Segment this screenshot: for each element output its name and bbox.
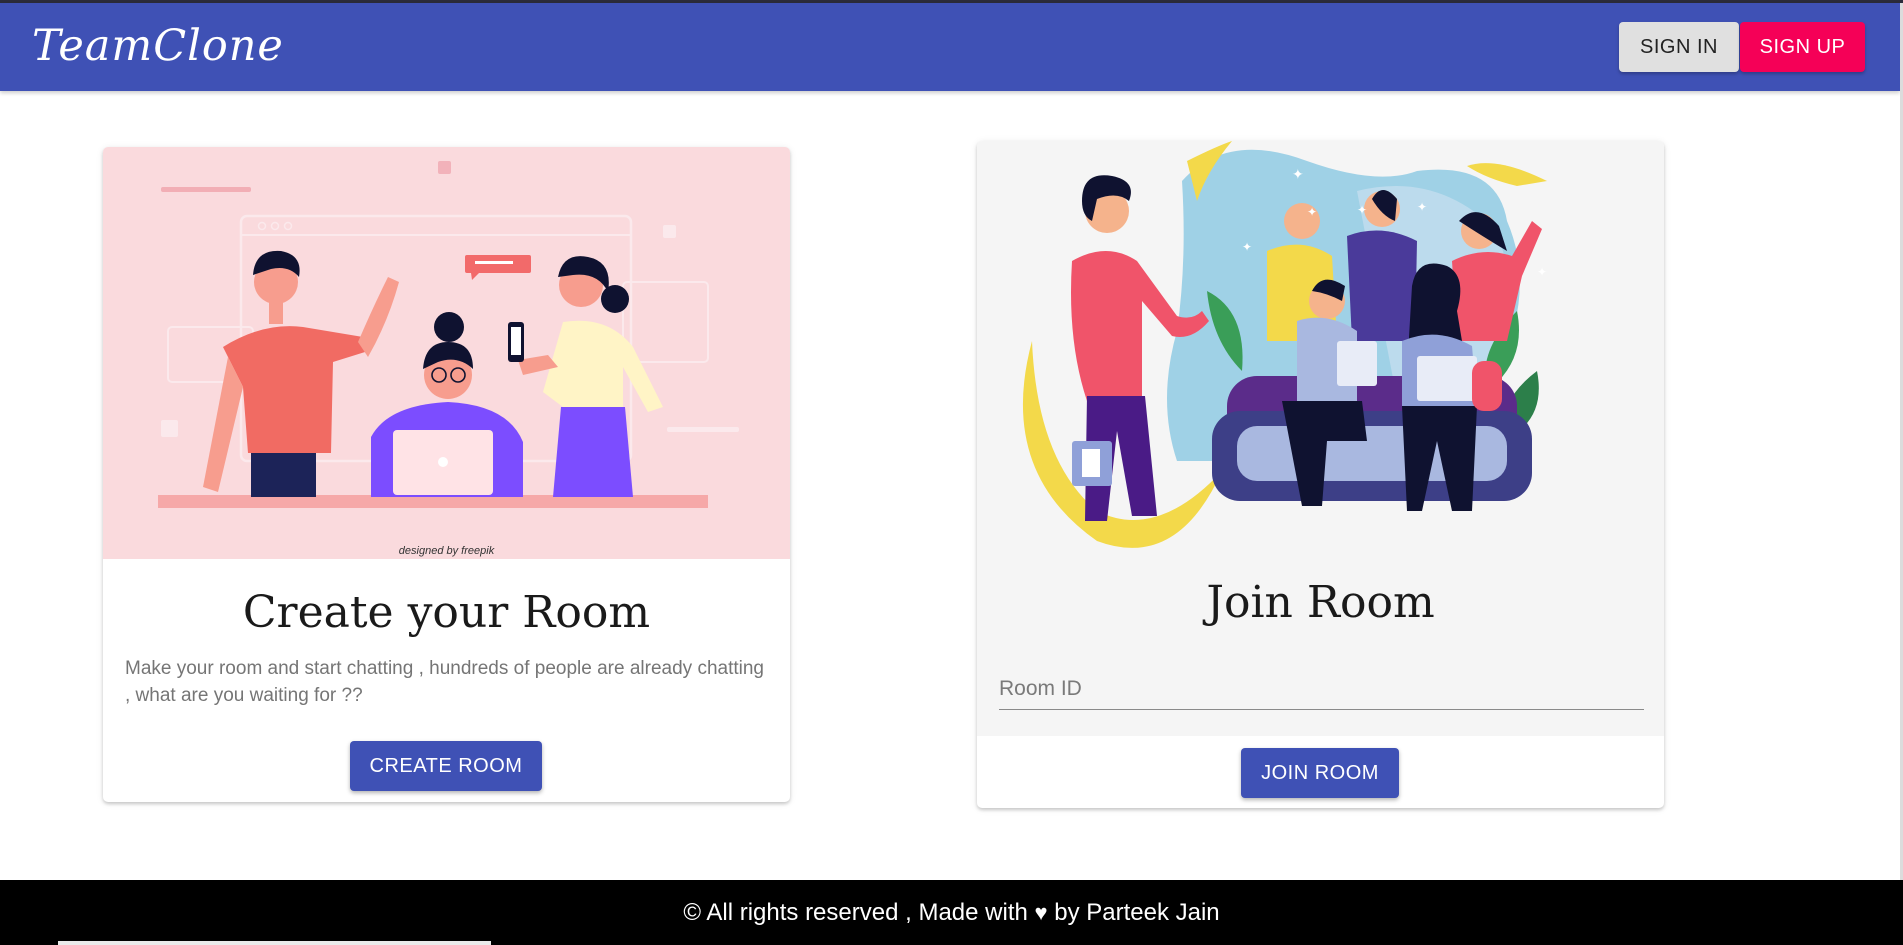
- svg-text:✦: ✦: [1307, 205, 1317, 219]
- create-room-illustration: designed by freepik: [103, 147, 790, 559]
- footer: © All rights reserved , Made with ♥ by P…: [0, 880, 1903, 945]
- app-logo[interactable]: TeamClone: [32, 21, 284, 71]
- svg-text:✦: ✦: [1417, 200, 1427, 214]
- create-room-card: designed by freepik Create your Room Mak…: [103, 147, 790, 802]
- room-id-input[interactable]: [999, 669, 1644, 710]
- create-room-title: Create your Room: [242, 587, 651, 638]
- footer-copyright-text: © All rights reserved , Made with: [683, 899, 1028, 926]
- join-room-button[interactable]: JOIN ROOM: [1241, 748, 1399, 798]
- footer-author-text: by Parteek Jain: [1054, 899, 1220, 926]
- illustration-credit: designed by freepik: [398, 545, 495, 557]
- svg-text:✦: ✦: [1537, 265, 1547, 279]
- create-room-button[interactable]: CREATE ROOM: [350, 741, 542, 791]
- join-room-content: ✦ ✦ ✦ ✦ ✦ ✦ Join Room: [977, 141, 1664, 736]
- sign-up-button[interactable]: SIGN UP: [1740, 22, 1865, 72]
- svg-text:✦: ✦: [1292, 166, 1304, 182]
- join-room-card: ✦ ✦ ✦ ✦ ✦ ✦ Join Room JOIN ROOM: [977, 141, 1664, 808]
- sign-in-button[interactable]: SIGN IN: [1619, 22, 1739, 72]
- app-bar: TeamClone SIGN IN SIGN UP: [0, 3, 1900, 91]
- bottom-edge-strip: [58, 941, 491, 945]
- svg-text:✦: ✦: [1357, 203, 1367, 217]
- create-room-description: Make your room and start chatting , hund…: [125, 658, 764, 706]
- heart-icon: ♥: [1034, 900, 1048, 925]
- team-working-illustration: [158, 161, 739, 508]
- svg-text:✦: ✦: [1242, 240, 1252, 254]
- join-room-title: Join Room: [1206, 577, 1435, 628]
- people-meeting-illustration: ✦ ✦ ✦ ✦ ✦ ✦: [1022, 141, 1547, 548]
